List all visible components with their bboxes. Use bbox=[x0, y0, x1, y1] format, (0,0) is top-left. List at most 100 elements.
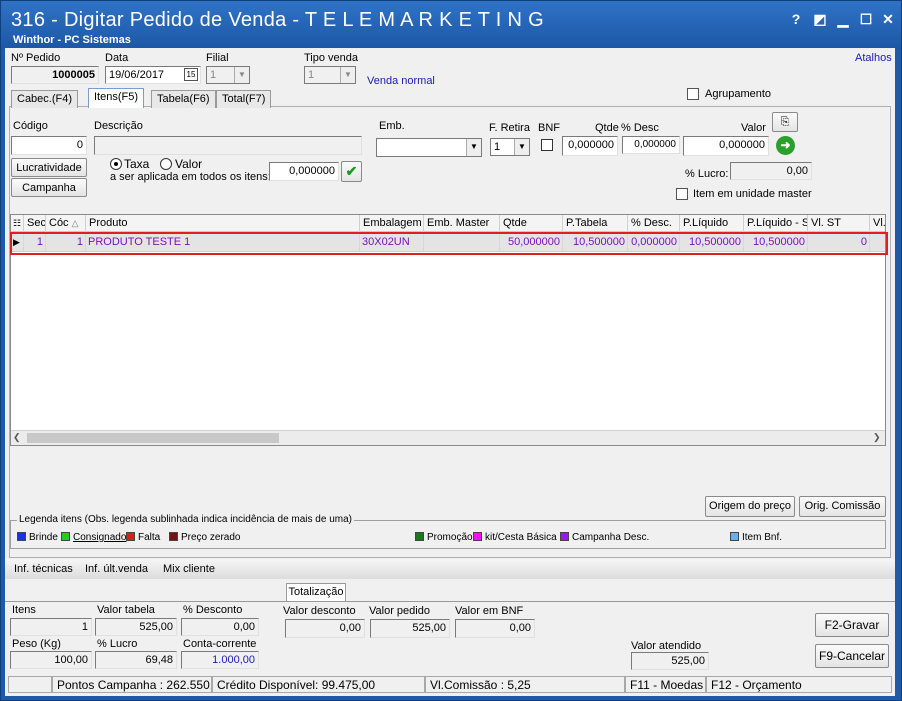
origem-preco-button[interactable]: Origem do preço bbox=[705, 496, 795, 517]
master-label: Item em unidade master bbox=[693, 188, 812, 200]
legend-swatch bbox=[730, 532, 739, 541]
status-credito: Crédito Disponível: 99.475,00 bbox=[212, 676, 425, 693]
itens-field: 1 bbox=[10, 618, 92, 636]
apply-button[interactable]: ✔ bbox=[341, 161, 362, 182]
cancelar-button[interactable]: F9-Cancelar bbox=[815, 644, 889, 668]
items-grid: ☷ Sec Cóc △ Produto Embalagem Emb. Maste… bbox=[10, 214, 888, 446]
master-checkbox[interactable] bbox=[676, 188, 688, 200]
close-icon[interactable]: ✕ bbox=[879, 10, 897, 28]
add-item-button[interactable]: ➜ bbox=[776, 136, 795, 155]
valor-pedido-label: Valor pedido bbox=[369, 605, 430, 617]
atalhos-link[interactable]: Atalhos bbox=[855, 52, 892, 64]
col-qtde[interactable]: Qtde bbox=[500, 215, 563, 232]
fretira-label: F. Retira bbox=[489, 122, 530, 134]
fretira-select[interactable]: 1 ▼ bbox=[490, 138, 530, 156]
legend-swatch bbox=[560, 532, 569, 541]
divider bbox=[5, 601, 895, 602]
legend-swatch bbox=[415, 532, 424, 541]
campanha-button[interactable]: Campanha bbox=[11, 178, 87, 197]
col-vlst[interactable]: Vl. ST bbox=[808, 215, 870, 232]
legend-title: Legenda itens (Obs. legenda sublinhada i… bbox=[17, 514, 354, 525]
minimize-icon[interactable]: ▁ bbox=[834, 10, 852, 28]
inf-ult-venda-link[interactable]: Inf. últ.venda bbox=[85, 563, 148, 575]
codigo-input[interactable]: 0 bbox=[11, 136, 87, 155]
chevron-down-icon: ▼ bbox=[340, 67, 355, 83]
col-cod-label: Cóc bbox=[49, 217, 69, 229]
window-title: 316 - Digitar Pedido de Venda - T E L E … bbox=[11, 9, 544, 31]
emb-select[interactable]: ▼ bbox=[376, 138, 482, 157]
filial-select[interactable]: 1 ▼ bbox=[206, 66, 250, 84]
scroll-thumb[interactable] bbox=[27, 433, 279, 443]
orig-comissao-button[interactable]: Orig. Comissão bbox=[799, 496, 886, 517]
status-cell-empty bbox=[8, 676, 52, 693]
bnf-checkbox[interactable] bbox=[541, 139, 553, 151]
col-pliquido[interactable]: P.Líquido bbox=[680, 215, 744, 232]
legend-falta: Falta bbox=[126, 532, 160, 543]
col-ptabela[interactable]: P.Tabela bbox=[563, 215, 628, 232]
restore-icon[interactable]: ◩ bbox=[811, 10, 829, 28]
col-cod[interactable]: Cóc △ bbox=[46, 215, 86, 232]
pdesc-label: % Desconto bbox=[183, 604, 243, 616]
scroll-left-icon[interactable]: ❮ bbox=[13, 432, 21, 443]
legend-swatch bbox=[17, 532, 26, 541]
help-button[interactable]: ? bbox=[787, 10, 805, 28]
col-embalagem[interactable]: Embalagem bbox=[360, 215, 424, 232]
valor-radio[interactable] bbox=[160, 158, 172, 170]
title-bar: 316 - Digitar Pedido de Venda - T E L E … bbox=[1, 1, 901, 49]
legend-swatch bbox=[126, 532, 135, 541]
tipo-venda-select[interactable]: 1 ▼ bbox=[304, 66, 356, 84]
col-vl[interactable]: Vl. bbox=[870, 215, 885, 232]
peso-field: 100,00 bbox=[10, 651, 92, 669]
emb-label: Emb. bbox=[379, 120, 405, 132]
col-pliquido-s[interactable]: P.Líquido - S bbox=[744, 215, 808, 232]
maximize-icon[interactable]: ☐ bbox=[857, 10, 875, 28]
status-orcamento[interactable]: F12 - Orçamento bbox=[706, 676, 892, 693]
legend-consignado: Consignado bbox=[61, 532, 126, 543]
legend-swatch bbox=[169, 532, 178, 541]
valor-pedido-field: 525,00 bbox=[370, 619, 450, 638]
horizontal-scrollbar[interactable]: ❮ ❯ bbox=[11, 430, 885, 445]
filial-value: 1 bbox=[210, 69, 217, 81]
status-moedas[interactable]: F11 - Moedas bbox=[625, 676, 706, 693]
window-subtitle: Winthor - PC Sistemas bbox=[13, 34, 131, 46]
inf-tecnicas-link[interactable]: Inf. técnicas bbox=[14, 563, 73, 575]
copy-button[interactable]: ⎘ bbox=[772, 112, 798, 132]
agrupamento-checkbox[interactable] bbox=[687, 88, 699, 100]
valor-input[interactable]: 0,000000 bbox=[683, 136, 769, 156]
valor-tabela-label: Valor tabela bbox=[97, 604, 155, 616]
legend-label: Promoção bbox=[427, 532, 473, 543]
tipo-venda-value: 1 bbox=[308, 69, 315, 81]
taxa-radio[interactable] bbox=[110, 158, 122, 170]
itens-label: Itens bbox=[12, 604, 36, 616]
valor-desconto-field: 0,00 bbox=[285, 619, 365, 638]
data-field[interactable]: 19/06/2017 15 bbox=[105, 66, 201, 84]
col-sec[interactable]: Sec bbox=[24, 215, 46, 232]
tipo-venda-desc: Venda normal bbox=[367, 75, 435, 87]
desc-input[interactable]: 0,000000 bbox=[622, 136, 680, 154]
tab-itens[interactable]: Itens(F5) bbox=[88, 88, 145, 108]
qtde-input[interactable]: 0,000000 bbox=[562, 136, 618, 156]
scroll-right-icon[interactable]: ❯ bbox=[873, 432, 881, 443]
cc-label: Conta-corrente bbox=[183, 638, 257, 650]
tab-cabec[interactable]: Cabec.(F4) bbox=[11, 90, 79, 108]
aplicada-input[interactable]: 0,000000 bbox=[269, 162, 339, 181]
col-emb-master[interactable]: Emb. Master bbox=[424, 215, 500, 232]
legend-label: Preço zerado bbox=[181, 532, 241, 543]
valor-desconto-label: Valor desconto bbox=[283, 605, 356, 617]
tab-totalizacao[interactable]: Totalização bbox=[286, 583, 346, 601]
links-bar: Inf. técnicas Inf. últ.venda Mix cliente bbox=[5, 559, 895, 579]
lucratividade-button[interactable]: Lucratividade bbox=[11, 158, 87, 177]
status-pontos: Pontos Campanha : 262.550,0 bbox=[52, 676, 212, 693]
calendar-icon[interactable]: 15 bbox=[184, 68, 198, 81]
gravar-button[interactable]: F2-Gravar bbox=[815, 613, 889, 637]
grid-menu-icon[interactable]: ☷ bbox=[11, 215, 24, 232]
mix-cliente-link[interactable]: Mix cliente bbox=[163, 563, 215, 575]
col-produto[interactable]: Produto bbox=[86, 215, 360, 232]
descricao-input[interactable] bbox=[94, 136, 362, 155]
valor-bnf-label: Valor em BNF bbox=[455, 605, 524, 617]
lucro-total-label: % Lucro bbox=[97, 638, 138, 650]
legend-label: Falta bbox=[138, 532, 161, 543]
tab-tabela[interactable]: Tabela(F6) bbox=[151, 90, 216, 108]
col-desc[interactable]: % Desc. bbox=[628, 215, 680, 232]
tab-total[interactable]: Total(F7) bbox=[216, 90, 272, 108]
